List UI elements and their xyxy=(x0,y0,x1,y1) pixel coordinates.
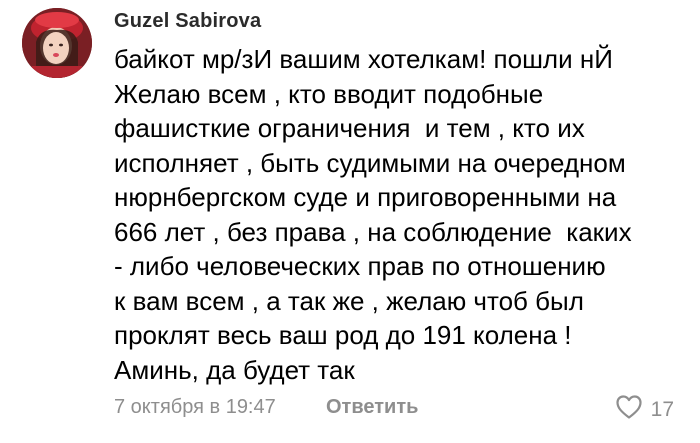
comment-line: исполняет , быть судимыми на очередном xyxy=(114,147,626,178)
comment-line: 666 лет , без права , на соблюдение каки… xyxy=(114,216,632,247)
comment-line: нюрнбергском суде и приговоренными на xyxy=(114,182,617,212)
comment-line: проклят весь ваш род до 191 колена ! xyxy=(114,320,572,350)
avatar-photo-icon xyxy=(22,8,92,78)
comment-line: байкот мр/зИ вашим хотелкам! пошли нЙ xyxy=(114,44,613,74)
comment-text: байкот мр/зИ вашим хотелкам! пошли нЙ Же… xyxy=(114,42,694,387)
comment-line: Желаю всем , кто вводит подобные xyxy=(114,78,544,109)
like-button[interactable]: 17 xyxy=(615,394,674,426)
timestamp[interactable]: 7 октября в 19:47 xyxy=(114,396,276,419)
avatar[interactable] xyxy=(22,8,92,78)
comment-line: Аминь, да будет так xyxy=(114,354,355,385)
comment-line: - либо человеческих прав по отношению xyxy=(114,251,606,281)
author-name[interactable]: Guzel Sabirova xyxy=(114,10,261,33)
comment-footer: 7 октября в 19:47 Ответить 17 xyxy=(114,394,700,424)
reply-button[interactable]: Ответить xyxy=(326,396,418,419)
like-count: 17 xyxy=(650,398,674,421)
comment-line: фашисткие ограничения и тем , кто их xyxy=(114,113,585,143)
comment-line: к вам всем , а так же , желаю чтоб был xyxy=(114,285,584,316)
heart-icon xyxy=(615,394,643,426)
comment: Guzel Sabirova байкот мр/зИ вашим хотелк… xyxy=(0,0,700,443)
